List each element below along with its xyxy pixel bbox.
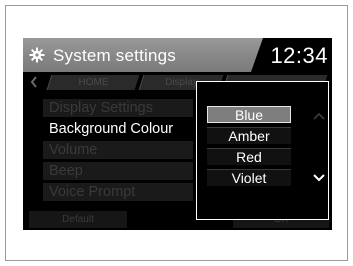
- chevron-up-icon[interactable]: [313, 112, 325, 120]
- page-title: System settings: [53, 46, 176, 65]
- clock: 12:34: [270, 43, 328, 68]
- menu-item-volume[interactable]: Volume: [43, 141, 193, 159]
- tab-home[interactable]: HOME: [46, 75, 140, 90]
- display-screen: System settings 12:34 HOME Display Displ…: [23, 38, 332, 230]
- header-bar: System settings 12:34: [23, 38, 332, 72]
- option-blue[interactable]: Blue: [207, 106, 291, 123]
- option-red[interactable]: Red: [207, 148, 291, 165]
- option-violet[interactable]: Violet: [207, 169, 291, 186]
- option-amber[interactable]: Amber: [207, 127, 291, 144]
- menu-item-background-colour[interactable]: Background Colour: [43, 120, 193, 138]
- menu-item-display-settings[interactable]: Display Settings: [43, 99, 193, 117]
- tab-home-label: HOME: [78, 77, 109, 88]
- menu-item-beep[interactable]: Beep: [43, 162, 193, 180]
- menu-item-voice-prompt[interactable]: Voice Prompt: [43, 183, 193, 201]
- chevron-down-icon[interactable]: [313, 174, 325, 182]
- gear-icon: [29, 47, 45, 63]
- chevron-left-icon[interactable]: [29, 75, 39, 89]
- colour-popup: Blue Amber Red Violet: [196, 81, 329, 220]
- default-button[interactable]: Default: [29, 211, 127, 228]
- clock-panel: 12:34: [251, 38, 332, 72]
